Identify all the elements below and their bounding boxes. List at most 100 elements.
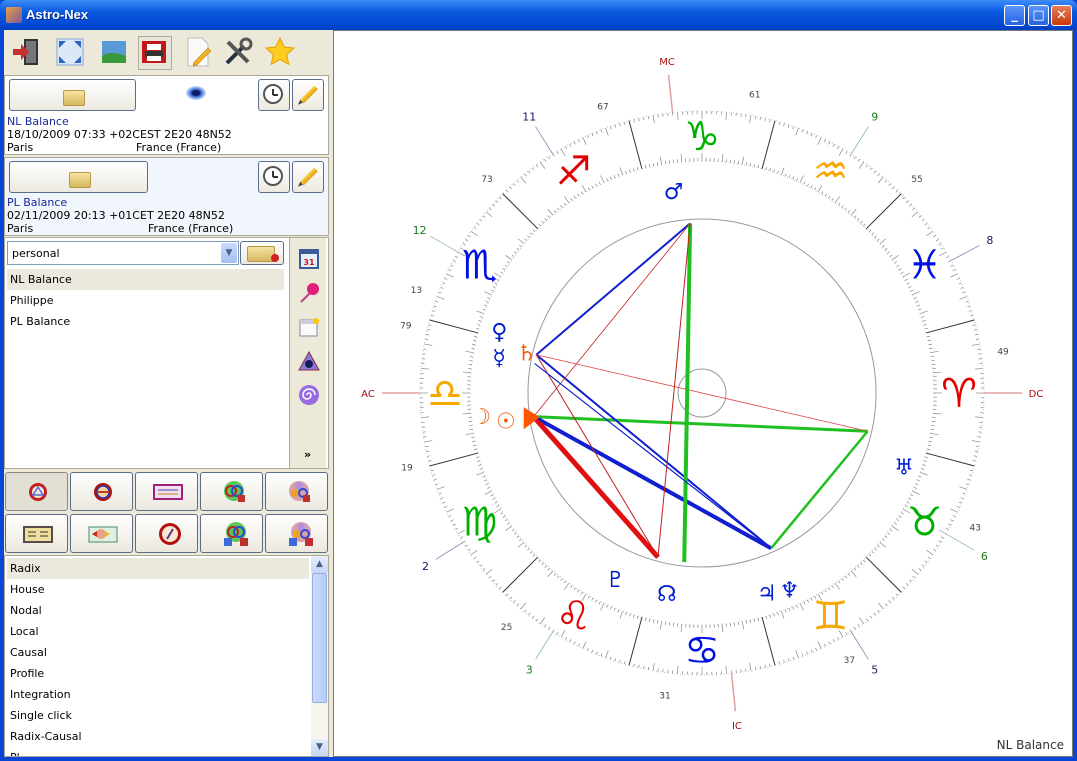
degree-tick (609, 606, 612, 610)
eye-icon[interactable] (186, 86, 206, 100)
spiral-icon (299, 385, 319, 405)
maximize-button[interactable]: □ (1028, 5, 1049, 26)
settings-button[interactable] (222, 36, 254, 68)
fullscreen-button[interactable] (54, 36, 86, 68)
astro-wheel[interactable]: ♎♏♐♑♒♓♈♉♊♋♌♍615549433731251913797367AC DC… (334, 31, 1072, 756)
close-button[interactable]: ✕ (1051, 5, 1072, 26)
chart1-open-button[interactable] (9, 79, 136, 111)
degree-tick (858, 161, 865, 169)
degree-tick (552, 629, 555, 633)
degree-tick (514, 251, 517, 254)
degree-tick (823, 139, 826, 143)
scroll-up-icon[interactable]: ▲ (311, 556, 328, 573)
degree-tick (505, 525, 513, 531)
degree-tick (929, 347, 933, 350)
degree-tick (513, 600, 516, 603)
degree-tick (582, 641, 587, 649)
title-bar[interactable]: Astro-Nex _ □ ✕ (0, 0, 1077, 30)
degree-tick (922, 320, 926, 322)
degree-tick (823, 643, 826, 647)
degree-tick (874, 235, 877, 239)
degree-tick (538, 223, 542, 227)
degree-tick (828, 587, 831, 591)
chart-type-item[interactable]: Pl... (7, 747, 309, 756)
category-select[interactable]: personal ▼ (7, 241, 239, 265)
degree-tick (435, 300, 439, 303)
grid-chart-button[interactable] (70, 514, 133, 553)
exit-button[interactable] (10, 36, 42, 68)
open-folder-button[interactable] (240, 241, 284, 265)
chevron-down-icon[interactable]: ▼ (221, 243, 237, 263)
degree-tick (806, 131, 808, 135)
comparison-chart-button[interactable] (135, 472, 198, 511)
degree-tick (815, 647, 818, 651)
chart2-name[interactable]: PL Balance (7, 196, 67, 209)
house-chart-button[interactable] (70, 472, 133, 511)
degree-tick (482, 215, 486, 218)
chart-type-item[interactable]: Single click (7, 705, 309, 726)
synastry-chart-button[interactable] (200, 472, 263, 511)
file-item[interactable]: NL Balance (7, 269, 284, 290)
degree-tick (613, 607, 616, 612)
degree-tick (817, 641, 822, 649)
degree-tick (911, 211, 919, 218)
chart2-edit-button[interactable] (292, 161, 324, 193)
degree-tick (967, 478, 971, 481)
new-file-button[interactable] (298, 316, 320, 338)
degree-tick (511, 529, 515, 532)
more-button[interactable]: » (304, 448, 311, 461)
chart-type-item[interactable]: Nodal (7, 600, 309, 621)
chart2-time-button[interactable] (258, 161, 290, 193)
radix-chart-button[interactable] (5, 472, 68, 511)
chart-canvas[interactable]: ♎ ♏ ♐ ♑ ♒ ♓ ♈ ♉ ♊ ♋ ♌ ♍ 61 55 49 43 37 31 25 19 13 79 73 67 AC DC… (333, 30, 1073, 757)
table-chart-button[interactable] (5, 514, 68, 553)
degree-tick (927, 448, 931, 451)
edit-document-button[interactable] (182, 36, 214, 68)
image-button[interactable] (98, 36, 130, 68)
chart1-edit-button[interactable] (292, 79, 324, 111)
degree-tick (919, 310, 928, 314)
degree-tick (792, 606, 795, 610)
pin-button[interactable] (298, 282, 320, 304)
degree-tick (913, 487, 917, 489)
eye-triangle-button[interactable] (298, 350, 320, 372)
spiral-button[interactable] (298, 384, 320, 406)
degree-tick (609, 126, 612, 130)
chart2-open-button[interactable] (9, 161, 148, 193)
degree-tick (928, 440, 932, 443)
synastry-pair-chart-button[interactable] (200, 514, 263, 553)
degree-tick (915, 300, 919, 303)
tools-icon (225, 37, 253, 65)
chart1-name[interactable]: NL Balance (7, 115, 69, 128)
ac-label: AC (361, 389, 375, 400)
degree-tick (452, 260, 456, 263)
favorites-button[interactable] (264, 36, 296, 68)
print-button[interactable] (138, 36, 172, 70)
planet-mercury-icon: ☿ (492, 346, 506, 371)
compass-chart-button[interactable] (135, 514, 198, 553)
chart1-time-button[interactable] (258, 79, 290, 111)
degree-tick (921, 564, 925, 567)
calendar-button[interactable]: 31 (298, 248, 320, 270)
chart-type-item[interactable]: House (7, 579, 309, 600)
list-scrollbar[interactable]: ▲ ▼ (311, 556, 328, 756)
file-item[interactable]: PL Balance (7, 311, 284, 332)
file-item[interactable]: Philippe (7, 290, 284, 311)
degree-tick (470, 230, 478, 237)
chart-type-item[interactable]: Local (7, 621, 309, 642)
composite-pair-chart-button[interactable] (265, 514, 328, 553)
composite-chart-button[interactable] (265, 472, 328, 511)
star-icon (264, 36, 296, 66)
side-toolbar: 31 » (289, 238, 326, 468)
degree-tick (889, 529, 893, 532)
chart-type-item[interactable]: Radix-Causal (7, 726, 309, 747)
scroll-down-icon[interactable]: ▼ (311, 739, 328, 756)
scroll-thumb[interactable] (312, 573, 327, 703)
minimize-button[interactable]: _ (1004, 5, 1025, 26)
chart-type-item[interactable]: Radix (7, 558, 309, 579)
chart-type-item[interactable]: Integration (7, 684, 309, 705)
sign-capricorn-icon: ♑ (684, 114, 720, 160)
degree-tick (564, 582, 570, 590)
chart-type-item[interactable]: Causal (7, 642, 309, 663)
chart-type-item[interactable]: Profile (7, 663, 309, 684)
